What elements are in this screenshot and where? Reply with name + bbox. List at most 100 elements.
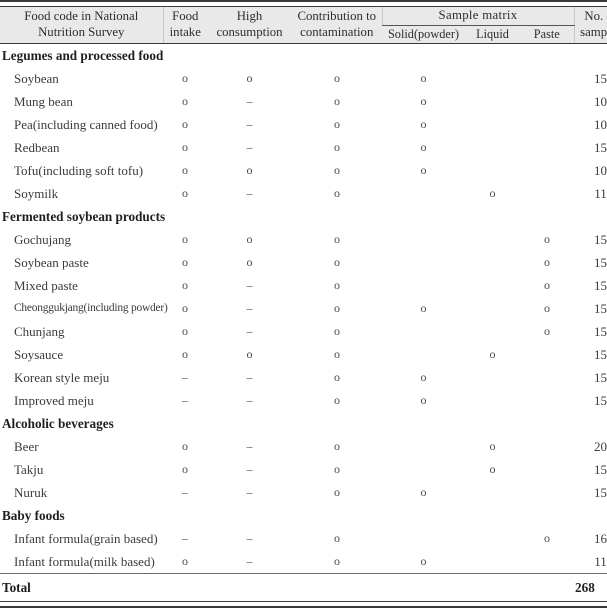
cell-liquid [465, 113, 520, 136]
cell-samples: 15 [594, 346, 607, 362]
cell-high: – [246, 461, 253, 476]
cell-contrib: o [334, 484, 340, 499]
total-intake [163, 574, 207, 602]
cell-solid [382, 343, 465, 366]
food-name: Redbean [14, 139, 60, 155]
cell-solid [382, 458, 465, 481]
cell-intake: o [182, 346, 188, 361]
cell-contrib: o [334, 277, 340, 292]
table-container: Food code in National Nutrition Survey F… [0, 0, 607, 608]
cell-solid [382, 320, 465, 343]
cell-paste [520, 366, 574, 389]
cell-contrib: o [334, 392, 340, 407]
total-solid [382, 574, 465, 602]
cell-solid: o [420, 116, 427, 131]
cell-solid: o [420, 300, 427, 315]
table-section-row: Baby foods [0, 504, 607, 527]
cell-intake: o [182, 185, 188, 200]
food-name: Pea(including canned food) [14, 116, 158, 132]
cell-paste [520, 481, 574, 504]
food-name: Beer [14, 438, 39, 454]
cell-high: – [246, 277, 253, 292]
cell-contrib: o [334, 461, 340, 476]
table-row: Chunjang o – o o 15 [0, 320, 607, 343]
total-samples: 268 [575, 579, 595, 595]
cell-solid [382, 274, 465, 297]
cell-paste: o [544, 323, 550, 338]
cell-contrib: o [334, 438, 340, 453]
cell-liquid: o [489, 185, 496, 200]
food-name: Tofu(including soft tofu) [14, 162, 144, 178]
table-row: Improved meju – – o o 15 [0, 389, 607, 412]
cell-samples [574, 504, 607, 527]
table-bottom-rule [0, 600, 607, 608]
cell-liquid [465, 412, 520, 435]
cell-intake: – [182, 530, 188, 545]
cell-paste [520, 458, 574, 481]
food-name: Cheonggukjang(including powder) [14, 301, 168, 314]
cell-liquid: o [489, 346, 496, 361]
cell-solid [382, 182, 465, 205]
cell-paste [520, 43, 574, 67]
cell-liquid [465, 527, 520, 550]
cell-solid: o [420, 553, 427, 568]
cell-intake: o [182, 231, 188, 246]
cell-high [207, 43, 292, 67]
column-header-contribution-line1: Contribution to [297, 9, 377, 24]
table-row: Soybean paste o o o o 15 [0, 251, 607, 274]
cell-paste [520, 550, 574, 574]
column-header-contribution-line2: contamination [300, 24, 374, 39]
table-row: Korean style meju – – o o 15 [0, 366, 607, 389]
table-section-row: Alcoholic beverages [0, 412, 607, 435]
cell-paste: o [544, 530, 550, 545]
cell-contrib: o [334, 254, 340, 269]
cell-contrib: o [334, 116, 340, 131]
cell-contrib [292, 412, 382, 435]
cell-samples: 16 [594, 530, 607, 546]
cell-paste: o [544, 277, 550, 292]
cell-contrib: o [334, 93, 340, 108]
cell-intake: – [182, 484, 188, 499]
table-row: Mung bean o – o o 10 [0, 90, 607, 113]
food-name: Nuruk [14, 484, 48, 500]
cell-samples [574, 412, 607, 435]
column-group-header-sample-matrix: Sample matrix [381, 6, 574, 26]
table-row: Tofu(including soft tofu) o o o o 10 [0, 159, 607, 182]
table-body: Legumes and processed food Soybean o o o o 15 M… [0, 43, 607, 573]
cell-samples: 10 [594, 162, 607, 178]
column-header-food-code-line1: Food code in National [24, 9, 139, 24]
cell-high: o [246, 254, 253, 269]
cell-paste: o [544, 254, 550, 269]
cell-samples: 11 [594, 185, 607, 201]
cell-liquid [465, 228, 520, 251]
cell-intake [163, 43, 207, 67]
cell-contrib: o [334, 346, 340, 361]
cell-paste [520, 343, 574, 366]
column-header-food-intake: Food intake [162, 6, 207, 43]
cell-contrib: o [334, 139, 340, 154]
cell-solid: o [420, 162, 427, 177]
cell-samples: 15 [594, 139, 607, 155]
total-label: Total [2, 579, 31, 595]
column-header-food-intake-line1: Food [172, 9, 199, 24]
cell-intake: o [182, 93, 188, 108]
cell-contrib: o [334, 369, 340, 384]
cell-paste [520, 159, 574, 182]
food-name: Soymilk [14, 185, 59, 201]
cell-contrib: o [334, 323, 340, 338]
cell-solid [382, 504, 465, 527]
column-header-high-consumption-line2: consumption [216, 24, 283, 39]
column-header-no-of-samples-line2: samples [580, 24, 607, 39]
cell-contrib: o [334, 530, 340, 545]
table-row: Infant formula(milk based) o – o o 11 [0, 550, 607, 574]
cell-intake: o [182, 139, 188, 154]
cell-paste: o [544, 300, 550, 315]
cell-solid [382, 527, 465, 550]
column-header-no-of-samples: No. of samples [573, 6, 607, 43]
cell-liquid [465, 90, 520, 113]
column-header-contribution: Contribution to contamination [292, 6, 382, 43]
food-name: Infant formula(milk based) [14, 553, 155, 569]
table-row: Nuruk – – o o 15 [0, 481, 607, 504]
cell-samples: 15 [594, 369, 607, 385]
cell-paste [520, 389, 574, 412]
